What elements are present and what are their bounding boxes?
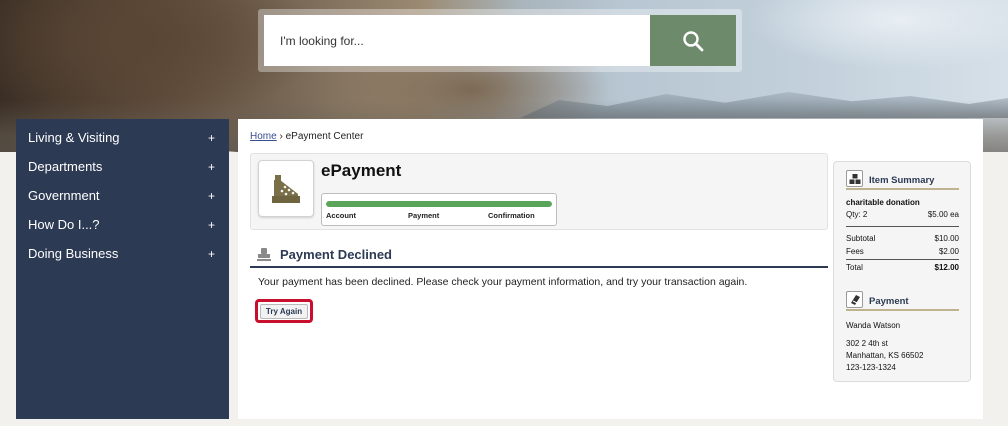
total-label: Total — [846, 263, 863, 272]
breadcrumb-separator: › — [279, 131, 283, 142]
mountain-ridge — [520, 92, 1008, 118]
item-qty-row: Qty: 2 $5.00 ea — [846, 208, 959, 221]
payment-title: Payment — [869, 296, 909, 307]
try-again-highlight: Try Again — [255, 299, 313, 323]
address-line-2: Manhattan, KS 66502 — [846, 351, 924, 360]
item-summary-heading: Item Summary — [846, 168, 959, 190]
search-button[interactable] — [650, 15, 736, 66]
page-title: ePayment — [321, 161, 402, 180]
epayment-logo — [258, 160, 314, 217]
item-name: charitable donation — [846, 198, 920, 207]
qty-label: Qty: — [846, 210, 861, 219]
step-account: Account — [326, 211, 356, 220]
payment-heading: Payment — [846, 289, 959, 311]
breadcrumb: Home › ePayment Center — [250, 131, 363, 142]
declined-message: Your payment has been declined. Please c… — [258, 276, 748, 288]
divider — [846, 259, 959, 260]
fees-label: Fees — [846, 247, 864, 256]
subtotal-label: Subtotal — [846, 234, 876, 243]
main-content: Home › ePayment Center ePayment Account … — [238, 119, 983, 419]
qty-value: 2 — [862, 210, 868, 219]
boxes-icon — [846, 170, 863, 187]
sidebar-item-how-do-i[interactable]: How Do I...? + — [16, 210, 229, 239]
breadcrumb-current: ePayment Center — [285, 131, 364, 142]
cash-register-icon — [272, 174, 300, 203]
unit-price: $5.00 ea — [927, 210, 959, 219]
fees-value: $2.00 — [938, 247, 959, 256]
phone-number: 123-123-1324 — [846, 363, 896, 372]
total-row: Total $12.00 — [846, 261, 959, 274]
divider — [846, 226, 959, 227]
sidebar-item-label: Doing Business — [28, 246, 119, 261]
progress-track — [326, 201, 552, 207]
qty: Qty: 2 — [846, 210, 867, 219]
address-line-1: 302 2 4th st — [846, 339, 888, 348]
expand-icon[interactable]: + — [208, 160, 215, 174]
expand-icon[interactable]: + — [208, 247, 215, 261]
sidebar-item-label: Departments — [28, 159, 103, 174]
epayment-header-card: ePayment Account Payment Confirmation — [250, 153, 828, 230]
search-icon — [683, 30, 704, 51]
card-icon — [846, 291, 863, 308]
progress-fill — [326, 201, 552, 207]
sidebar-nav: Living & Visiting + Departments + Govern… — [16, 119, 229, 419]
expand-icon[interactable]: + — [208, 131, 215, 145]
checkout-progress: Account Payment Confirmation — [321, 193, 557, 226]
stamp-icon — [257, 248, 271, 261]
step-payment: Payment — [408, 211, 440, 220]
search-input[interactable] — [264, 15, 650, 66]
order-summary-panel: Item Summary charitable donation Qty: 2 … — [833, 161, 971, 382]
sidebar-item-label: Government — [28, 188, 100, 203]
sidebar-item-doing-business[interactable]: Doing Business + — [16, 239, 229, 268]
total-value: $12.00 — [934, 263, 959, 272]
declined-heading: Payment Declined — [250, 244, 828, 268]
sidebar-item-label: Living & Visiting — [28, 130, 120, 145]
expand-icon[interactable]: + — [208, 218, 215, 232]
fees-row: Fees $2.00 — [846, 245, 959, 258]
item-summary-title: Item Summary — [869, 175, 935, 186]
sidebar-item-government[interactable]: Government + — [16, 181, 229, 210]
expand-icon[interactable]: + — [208, 189, 215, 203]
try-again-button[interactable]: Try Again — [259, 303, 309, 319]
sidebar-item-departments[interactable]: Departments + — [16, 152, 229, 181]
step-confirmation: Confirmation — [488, 211, 535, 220]
subtotal-value: $10.00 — [934, 234, 959, 243]
sidebar-item-label: How Do I...? — [28, 217, 100, 232]
declined-title: Payment Declined — [280, 247, 392, 262]
sidebar-item-living-visiting[interactable]: Living & Visiting + — [16, 123, 229, 152]
breadcrumb-home-link[interactable]: Home — [250, 131, 277, 142]
subtotal-row: Subtotal $10.00 — [846, 232, 959, 245]
payer-name: Wanda Watson — [846, 321, 901, 330]
